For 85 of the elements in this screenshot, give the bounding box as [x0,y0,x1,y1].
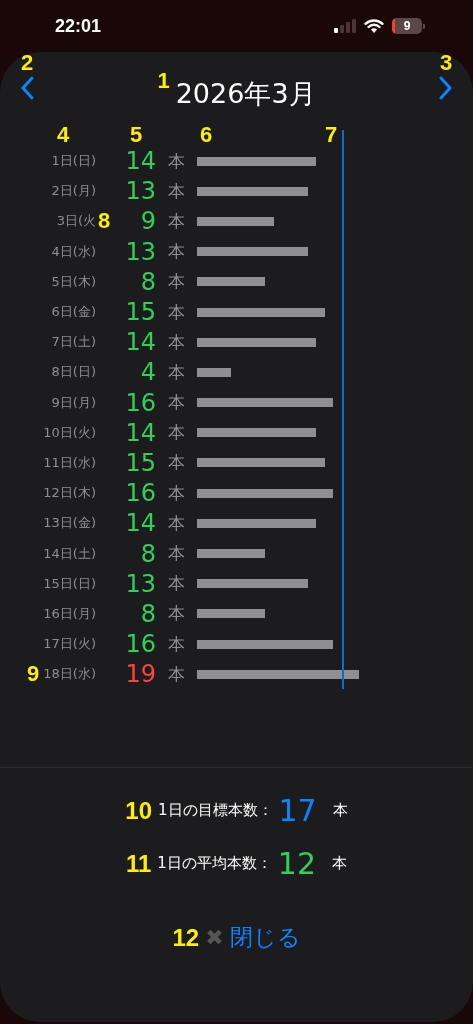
count-bar [197,609,265,619]
unit-label: 本 [332,801,348,821]
callout-number: 3 [439,52,453,74]
count-value: 8 [140,599,156,628]
count-value: 14 [125,147,156,176]
callout-number: 1 [157,70,170,92]
unit-label: 本 [167,391,186,415]
date-label: 8日(日) [51,363,96,382]
callout-number: 5 [130,124,143,146]
unit-label: 本 [167,209,186,233]
callout-number: 7 [325,124,338,146]
unit-label: 本 [167,481,186,505]
unit-label: 本 [167,270,186,294]
unit-label: 本 [167,149,186,173]
count-value: 9 [140,207,156,236]
count-bar [197,549,265,559]
count-value: 15 [125,298,156,327]
unit-label: 本 [167,542,186,566]
unit-label: 本 [167,421,186,445]
callout-number: 12 [172,925,200,950]
unit-label: 本 [167,602,186,626]
callout-number: 11 [125,851,152,876]
callout-number: 2 [20,52,34,74]
count-value: 14 [125,509,156,538]
battery-icon: 9 [392,18,425,34]
unit-label: 本 [167,662,186,686]
unit-label: 本 [167,179,186,203]
callout-number: 6 [200,124,213,146]
count-value: 16 [125,479,156,508]
count-value: 8 [140,267,156,296]
date-label: 10日(火) [43,423,96,442]
unit-label: 本 [167,572,186,596]
unit-label: 本 [167,632,186,656]
date-label: 7日(土) [51,333,96,352]
unit-label: 本 [167,330,186,354]
date-label: 1日(日) [51,152,96,171]
close-button[interactable]: 閉じる [229,922,301,954]
summary-value: 12 [277,846,317,882]
next-icon[interactable] [439,76,453,100]
count-value: 13 [125,177,156,206]
date-label: 18日(水) [43,665,96,684]
date-label: 16日(月) [43,604,96,623]
count-value: 8 [140,539,156,568]
count-value: 16 [125,630,156,659]
count-value: 19 [125,660,156,689]
unit-label: 本 [332,854,348,874]
unit-label: 本 [167,300,186,324]
date-label: 12日(木) [43,484,96,503]
callout-number: 10 [125,798,152,823]
wifi-icon [364,19,384,33]
date-label: 3日(火 [56,212,96,231]
status-time: 22:01 [55,15,102,37]
count-value: 16 [125,388,156,417]
unit-label: 本 [167,360,186,384]
date-label: 5日(木) [51,272,96,291]
count-value: 13 [125,237,156,266]
summary-label: 1日の目標本数： [158,801,273,821]
month-title: 2026年3月 [175,77,316,111]
date-label: 2日(月) [51,182,96,201]
date-label: 9日(月) [51,393,96,412]
date-label: 4日(水) [51,242,96,261]
unit-label: 本 [167,240,186,264]
callout-number: 9 [27,663,40,686]
unit-label: 本 [167,511,186,535]
count-value: 14 [125,418,156,447]
date-label: 17日(火) [43,635,96,654]
count-value: 4 [140,358,156,387]
date-label: 14日(土) [43,544,96,563]
signal-icon [334,19,356,33]
date-label: 6日(金) [51,303,96,322]
date-label: 15日(日) [43,574,96,593]
date-label: 11日(水) [43,453,96,472]
count-value: 14 [125,328,156,357]
summary-value: 17 [278,793,317,829]
close-icon: ✖ [205,925,224,951]
unit-label: 本 [167,451,186,475]
count-bar [197,277,265,287]
count-value: 15 [125,448,156,477]
callout-number: 8 [98,210,111,233]
callout-number: 4 [57,124,70,146]
date-label: 13日(金) [43,514,96,533]
count-value: 13 [125,569,156,598]
count-bar [197,367,231,377]
previous-icon[interactable] [20,76,34,100]
summary-label: 1日の平均本数： [157,854,272,874]
